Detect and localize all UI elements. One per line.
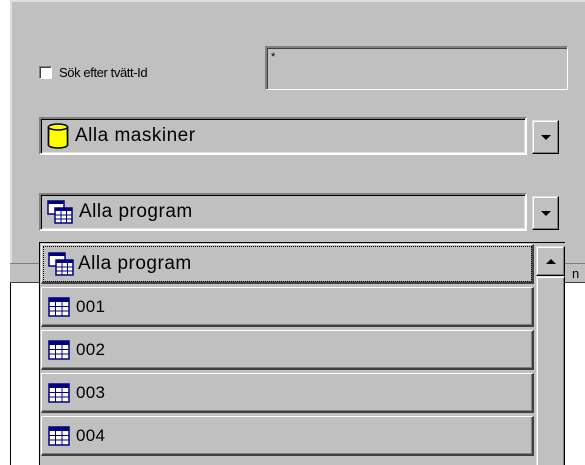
search-wash-id-label[interactable]: Sök efter tvätt-Id	[59, 65, 148, 80]
program-option-label: 003	[76, 382, 106, 402]
table-icon	[48, 425, 70, 446]
wash-id-input[interactable]: *	[265, 46, 568, 90]
table-icon	[48, 382, 70, 403]
scroll-thumb[interactable]	[536, 276, 565, 465]
program-combo-dropdown-button[interactable]	[532, 196, 559, 230]
program-option-label: 004	[76, 425, 106, 445]
machine-combo-dropdown-button[interactable]	[532, 120, 559, 154]
chevron-up-icon	[545, 258, 556, 264]
program-option-label: 002	[76, 339, 106, 359]
search-wash-id-checkbox[interactable]	[39, 65, 52, 79]
table-icon	[48, 296, 70, 317]
table-icon	[48, 339, 70, 360]
machine-combo-field[interactable]: Alla maskiner	[39, 117, 527, 155]
database-icon	[47, 123, 69, 149]
machine-combo[interactable]: Alla maskiner	[39, 117, 567, 155]
program-option-list: Alla program 001 002 003 004	[41, 244, 534, 459]
grid-border	[10, 283, 11, 465]
program-option-label: 001	[76, 296, 106, 316]
grid-header-label: n	[572, 266, 580, 281]
chevron-down-icon	[540, 210, 551, 216]
machine-combo-value: Alla maskiner	[75, 125, 196, 146]
program-combo[interactable]: Alla program	[39, 193, 567, 231]
program-combo-field[interactable]: Alla program	[39, 193, 527, 231]
programs-icon	[47, 200, 73, 224]
program-option-003[interactable]: 003	[41, 373, 534, 413]
program-option-all[interactable]: Alla program	[41, 244, 534, 284]
programs-icon	[48, 251, 74, 276]
program-option-004[interactable]: 004	[41, 416, 534, 456]
program-option-label: Alla program	[78, 252, 192, 274]
program-list-scrollbar[interactable]	[536, 246, 565, 465]
program-option-002[interactable]: 002	[41, 330, 534, 370]
program-dropdown-list[interactable]: Alla program 001 002 003 004	[39, 242, 565, 465]
program-combo-value: Alla program	[79, 201, 193, 222]
search-wash-id-row[interactable]: Sök efter tvätt-Id	[39, 62, 148, 82]
program-option-001[interactable]: 001	[41, 287, 534, 327]
chevron-down-icon	[540, 134, 551, 140]
scroll-up-button[interactable]	[536, 246, 565, 276]
